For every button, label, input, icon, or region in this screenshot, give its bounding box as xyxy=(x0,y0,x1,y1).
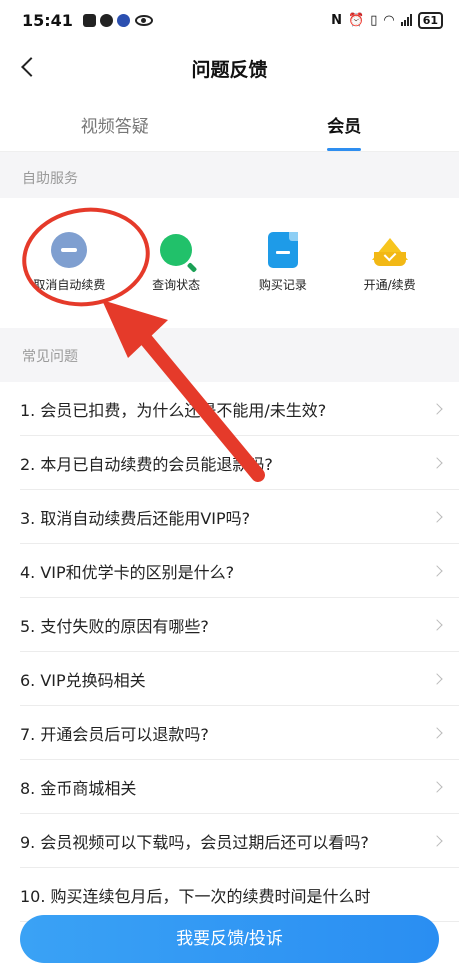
chevron-right-icon xyxy=(431,456,443,469)
faq-item-text: 7. 开通会员后可以退款吗? xyxy=(20,724,209,744)
chevron-right-icon xyxy=(431,402,443,415)
service-check-status[interactable]: 查询状态 xyxy=(123,198,230,326)
faq-item-text: 8. 金币商城相关 xyxy=(20,778,137,798)
faq-item-text: 4. VIP和优学卡的区别是什么? xyxy=(20,562,235,582)
faq-item[interactable]: 2. 本月已自动续费的会员能退款吗? xyxy=(20,436,459,490)
page-title: 问题反馈 xyxy=(191,58,268,81)
service-cancel-auto-renew[interactable]: 取消自动续费 xyxy=(16,198,123,326)
cancel-icon xyxy=(51,232,88,268)
nfc-icon: N xyxy=(331,12,342,28)
feedback-complaint-button[interactable]: 我要反馈/投诉 xyxy=(20,915,439,963)
chevron-right-icon xyxy=(431,618,443,631)
status-right: N ⏰ ▯ ◠ 61 xyxy=(331,11,443,29)
faq-item[interactable]: 5. 支付失败的原因有哪些? xyxy=(20,598,459,652)
faq-item-text: 10. 购买连续包月后，下一次的续费时间是什么时 xyxy=(20,886,371,906)
service-label: 取消自动续费 xyxy=(33,278,106,292)
tab-video-qa[interactable]: 视频答疑 xyxy=(0,96,230,151)
chevron-right-icon xyxy=(431,726,443,739)
back-button[interactable] xyxy=(18,56,42,80)
chevron-right-icon xyxy=(431,510,443,523)
service-subscribe-renew[interactable]: 开通/续费 xyxy=(336,198,443,326)
faq-item-text: 5. 支付失败的原因有哪些? xyxy=(20,616,209,636)
service-label: 开通/续费 xyxy=(363,278,416,292)
faq-item[interactable]: 8. 金币商城相关 xyxy=(20,760,459,814)
faq-item-text: 9. 会员视频可以下载吗，会员过期后还可以看吗? xyxy=(20,832,369,852)
faq-item[interactable]: 7. 开通会员后可以退款吗? xyxy=(20,706,459,760)
app-notification-icon-2 xyxy=(116,13,130,27)
chevron-right-icon xyxy=(431,672,443,685)
faq-item-text: 2. 本月已自动续费的会员能退款吗? xyxy=(20,454,273,474)
faq-item[interactable]: 9. 会员视频可以下载吗，会员过期后还可以看吗? xyxy=(20,814,459,868)
status-time: 15:41 xyxy=(22,10,73,30)
signal-icon xyxy=(400,14,412,26)
faq-item[interactable]: 1. 会员已扣费，为什么还是不能用/未生效? xyxy=(20,382,459,436)
vibrate-icon: ▯ xyxy=(370,12,378,28)
faq-item-text: 1. 会员已扣费，为什么还是不能用/未生效? xyxy=(20,400,327,420)
faq-item[interactable]: 3. 取消自动续费后还能用VIP吗? xyxy=(20,490,459,544)
eye-icon xyxy=(134,14,153,26)
notification-icon xyxy=(82,13,96,27)
chevron-right-icon xyxy=(431,834,443,847)
search-icon xyxy=(160,234,193,266)
faq-item[interactable]: 4. VIP和优学卡的区别是什么? xyxy=(20,544,459,598)
wifi-icon: ◠ xyxy=(383,12,395,28)
faq-item[interactable]: 6. VIP兑换码相关 xyxy=(20,652,459,706)
alarm-icon: ⏰ xyxy=(348,12,365,28)
tab-bar: 视频答疑 会员 xyxy=(0,96,459,152)
chevron-right-icon xyxy=(431,780,443,793)
faq-list: 1. 会员已扣费，为什么还是不能用/未生效? 2. 本月已自动续费的会员能退款吗… xyxy=(0,382,459,922)
app-notification-icon xyxy=(99,13,113,27)
chevron-right-icon xyxy=(431,564,443,577)
status-bar: 15:41 N ⏰ ▯ ◠ 61 xyxy=(0,0,459,40)
nav-bar: 问题反馈 xyxy=(0,40,459,96)
self-service-header: 自助服务 xyxy=(0,152,459,198)
service-purchase-records[interactable]: 购买记录 xyxy=(230,198,337,326)
crown-icon xyxy=(370,232,410,268)
service-label: 查询状态 xyxy=(152,278,201,292)
faq-item[interactable]: 10. 购买连续包月后，下一次的续费时间是什么时 xyxy=(20,868,459,922)
faq-item-text: 3. 取消自动续费后还能用VIP吗? xyxy=(20,508,251,528)
faq-item-text: 6. VIP兑换码相关 xyxy=(20,670,146,690)
tab-membership[interactable]: 会员 xyxy=(230,96,459,151)
document-icon xyxy=(267,232,298,268)
service-label: 购买记录 xyxy=(258,278,307,292)
faq-header: 常见问题 xyxy=(0,328,459,382)
battery-indicator: 61 xyxy=(417,11,443,29)
self-service-grid: 取消自动续费 查询状态 购买记录 开通/续费 xyxy=(0,198,459,326)
